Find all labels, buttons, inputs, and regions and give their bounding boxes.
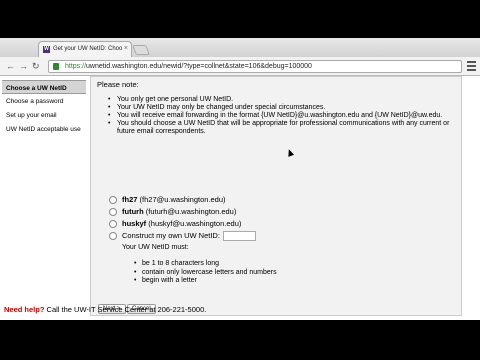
note-item: You should choose a UW NetID that will b… — [108, 120, 457, 136]
title-bar: W Get your UW NetID: Choo × — [0, 38, 480, 57]
radio-button[interactable] — [109, 196, 117, 205]
browser-tab[interactable]: W Get your UW NetID: Choo × — [38, 41, 132, 57]
note-item: You only get one personal UW NetID. — [108, 96, 457, 104]
netid-option-custom[interactable]: Construct my own UW NetID: — [109, 231, 256, 242]
requirement-item: contain only lowercase letters and numbe… — [134, 269, 277, 278]
url-scheme: https:// — [65, 63, 87, 70]
please-note-heading: Please note: — [97, 80, 139, 89]
option-netid: huskyf — [122, 219, 147, 228]
help-footer: Need help? Call the UW-IT Service Center… — [4, 305, 206, 314]
help-text: Call the UW-IT Service Center at 206-221… — [44, 305, 207, 314]
custom-netid-label: Construct my own UW NetID: — [122, 231, 220, 240]
netid-option-fh27[interactable]: fh27 (fh27@u.washington.edu) — [109, 195, 226, 205]
netid-option-futurh[interactable]: futurh (futurh@u.washington.edu) — [109, 207, 237, 217]
sidebar-item-choose-netid[interactable]: Choose a UW NetID — [2, 80, 86, 94]
notes-list: You only get one personal UW NetID. Your… — [108, 96, 457, 136]
requirement-item: begin with a letter — [134, 277, 277, 286]
netid-form-panel: Please note: You only get one personal U… — [90, 76, 462, 316]
menu-icon[interactable] — [467, 61, 476, 71]
sidebar-item-set-up-email[interactable]: Set up your email — [2, 108, 86, 122]
forward-arrow-icon[interactable]: → — [19, 61, 28, 72]
back-arrow-icon[interactable]: ← — [6, 61, 15, 72]
option-netid: futurh — [122, 207, 144, 216]
note-item: Your UW NetID may only be changed under … — [108, 104, 457, 112]
new-tab-button[interactable] — [132, 45, 150, 55]
custom-netid-input[interactable] — [222, 231, 256, 242]
note-item: You will receive email forwarding in the… — [108, 112, 457, 120]
browser-toolbar: ← → ↻ https://uwnetid.washington.edu/new… — [0, 57, 480, 76]
option-email: (fh27@u.washington.edu) — [139, 195, 226, 204]
option-email: (futurh@u.washington.edu) — [145, 207, 237, 216]
need-help-link[interactable]: Need help? — [4, 305, 44, 314]
sidebar-item-choose-password[interactable]: Choose a password — [2, 94, 86, 108]
browser-window: W Get your UW NetID: Choo × ← → ↻ https:… — [0, 38, 480, 320]
netid-option-huskyf[interactable]: huskyf (huskyf@u.washington.edu) — [109, 219, 242, 229]
url-path: uwnetid.washington.edu/newid/?type=colln… — [86, 63, 312, 70]
reload-icon[interactable]: ↻ — [32, 61, 40, 72]
address-bar[interactable]: https://uwnetid.washington.edu/newid/?ty… — [48, 60, 462, 73]
option-netid: fh27 — [122, 195, 138, 204]
radio-button[interactable] — [109, 232, 117, 241]
requirements-list: be 1 to 8 characters long contain only l… — [134, 260, 277, 286]
tab-title: Get your UW NetID: Choo — [53, 46, 123, 52]
option-email: (huskyf@u.washington.edu) — [148, 219, 242, 228]
uw-favicon-icon: W — [43, 46, 50, 53]
radio-button[interactable] — [109, 208, 117, 217]
requirements-heading: Your UW NetID must: — [122, 244, 189, 251]
radio-button[interactable] — [109, 220, 117, 229]
sidebar-item-acceptable-use[interactable]: UW NetID acceptable use — [2, 122, 86, 136]
sidebar-nav: Choose a UW NetID Choose a password Set … — [2, 80, 86, 136]
requirement-item: be 1 to 8 characters long — [134, 260, 277, 269]
lock-icon — [53, 63, 59, 70]
tab-close-icon[interactable]: × — [124, 45, 128, 52]
